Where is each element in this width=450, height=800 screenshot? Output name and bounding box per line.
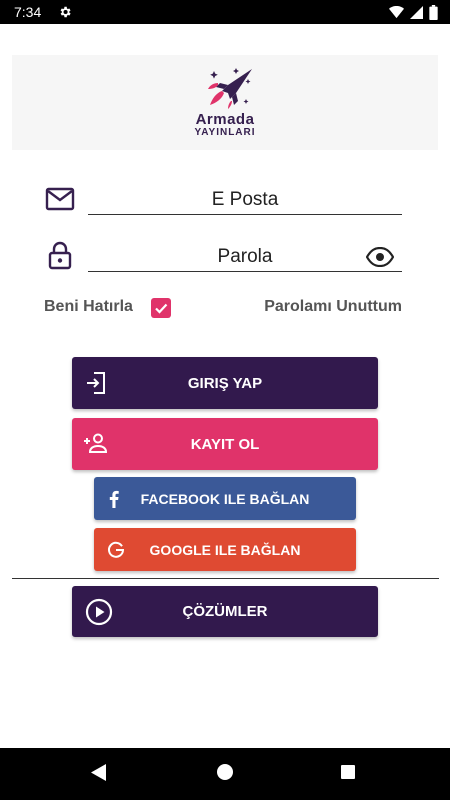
logo: Armada YAYINLARI	[12, 55, 438, 150]
eye-icon[interactable]	[366, 247, 394, 267]
logo-title: Armada	[195, 111, 255, 128]
register-button[interactable]: KAYIT OL	[72, 418, 378, 470]
divider	[12, 578, 439, 579]
login-button-label: GIRIŞ YAP	[187, 374, 263, 392]
wifi-icon	[389, 5, 404, 18]
rocket-logo-icon	[208, 68, 252, 109]
google-icon	[108, 541, 125, 558]
signal-icon	[410, 5, 423, 19]
status-icons	[389, 4, 438, 20]
battery-icon	[429, 4, 438, 20]
remember-checkbox[interactable]	[151, 298, 171, 318]
google-button-label: GOOGLE ILE BAĞLAN	[149, 541, 301, 558]
password-field[interactable]	[88, 243, 402, 272]
home-icon[interactable]	[217, 764, 233, 780]
settings-icon	[60, 6, 71, 18]
status-bar: 7:34	[0, 0, 450, 24]
lock-icon	[48, 241, 72, 270]
status-time: 7:34	[14, 4, 42, 20]
google-login-button[interactable]: GOOGLE ILE BAĞLAN	[94, 528, 356, 571]
facebook-icon	[109, 490, 119, 508]
register-button-label: KAYIT OL	[190, 435, 260, 453]
remember-label: Beni Hatırla	[44, 298, 133, 315]
checkmark-icon	[155, 303, 168, 314]
navigation-bar	[0, 748, 450, 800]
facebook-button-label: FACEBOOK ILE BAĞLAN	[140, 490, 310, 507]
email-field[interactable]	[88, 186, 402, 215]
login-icon	[87, 372, 105, 394]
add-user-icon	[84, 433, 107, 453]
logo-subtitle: YAYINLARI	[194, 127, 256, 138]
recent-apps-icon[interactable]	[341, 765, 355, 779]
forgot-password-link[interactable]: Parolamı Unuttum	[264, 298, 402, 316]
mail-icon	[45, 187, 75, 211]
solutions-button-label: ÇÖZÜMLER	[182, 603, 268, 620]
solutions-button[interactable]: ÇÖZÜMLER	[72, 586, 378, 637]
play-circle-icon	[85, 598, 113, 626]
login-button[interactable]: GIRIŞ YAP	[72, 357, 378, 409]
back-icon[interactable]	[91, 764, 107, 781]
facebook-login-button[interactable]: FACEBOOK ILE BAĞLAN	[94, 477, 356, 520]
